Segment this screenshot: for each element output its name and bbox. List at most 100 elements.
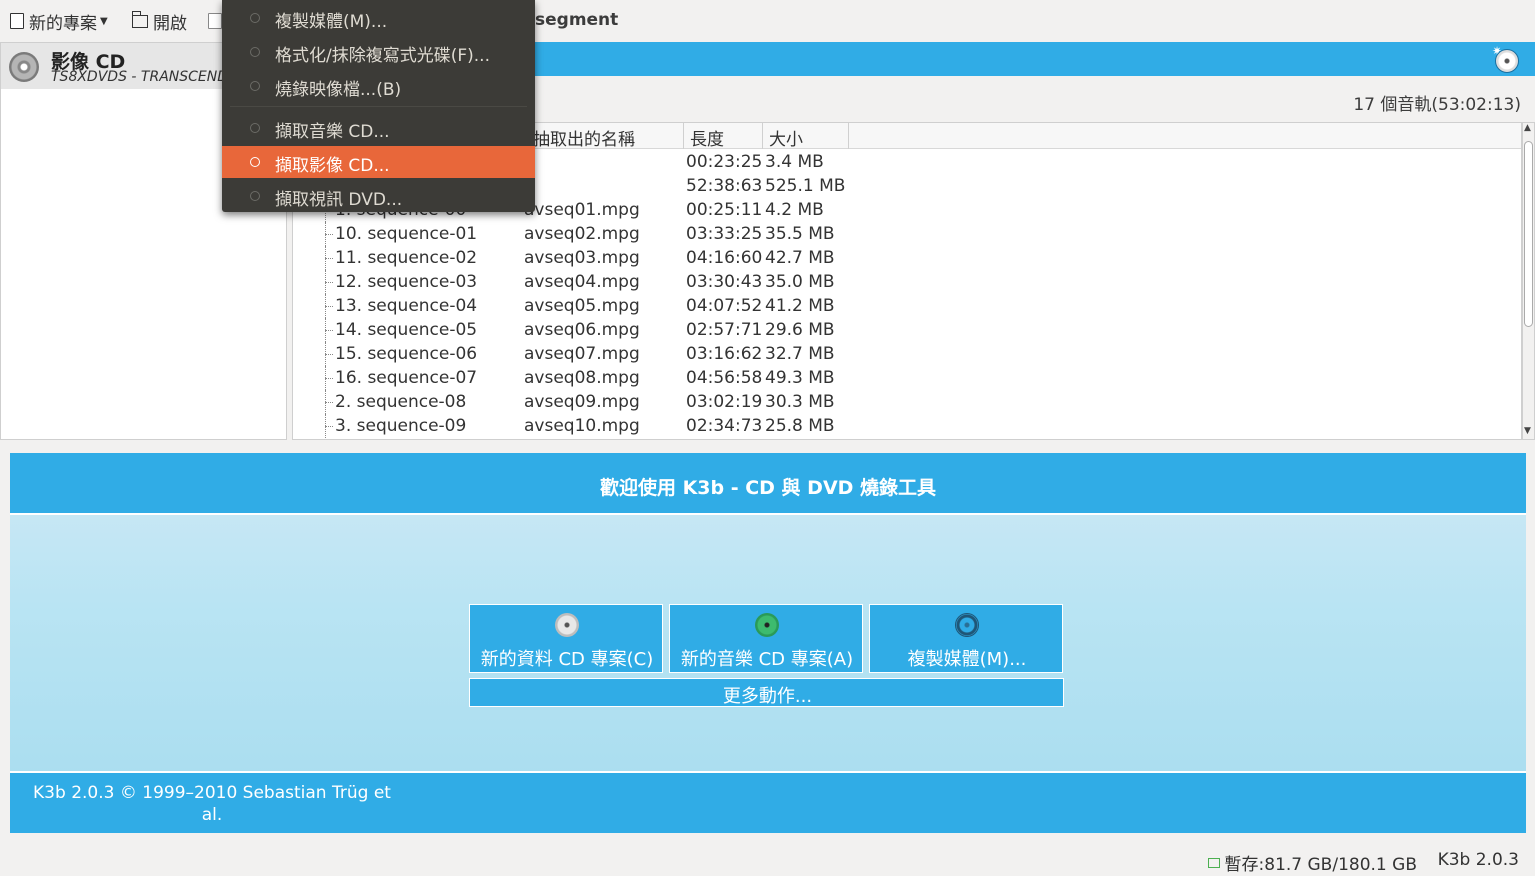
track-length-cell: 04:56:58 bbox=[686, 368, 763, 388]
new-data-cd-button[interactable]: 新的資料 CD 專案(C) bbox=[469, 604, 663, 673]
track-length-cell: 04:16:60 bbox=[686, 248, 763, 268]
track-file-cell: avseq04.mpg bbox=[524, 272, 640, 292]
track-file-cell: avseq10.mpg bbox=[524, 416, 640, 436]
copy-media-label: 複製媒體(M)... bbox=[907, 649, 1027, 670]
copy-media-icon bbox=[250, 13, 260, 23]
scroll-up-icon[interactable]: ▲ bbox=[1524, 123, 1531, 133]
copy-media-button[interactable]: 複製媒體(M)... bbox=[869, 604, 1063, 673]
vertical-scrollbar[interactable]: ▲ ▼ bbox=[1522, 122, 1535, 440]
menu-item-rip-video-dvd[interactable]: 擷取視訊 DVD... bbox=[222, 180, 535, 212]
track-name-cell: 12. sequence-03 bbox=[335, 272, 478, 292]
table-row[interactable]: 16. sequence-07 avseq08.mpg 04:56:58 49.3 M… bbox=[293, 366, 1521, 390]
track-length-cell: 02:57:71 bbox=[686, 320, 763, 340]
tree-branch bbox=[325, 282, 333, 283]
menu-item-label: 複製媒體(M)... bbox=[275, 12, 388, 32]
table-row[interactable]: 11. sequence-02 avseq03.mpg 04:16:60 42.7 M… bbox=[293, 246, 1521, 270]
save-button[interactable] bbox=[208, 8, 222, 34]
track-length-cell: 03:02:19 bbox=[686, 392, 763, 412]
tree-branch bbox=[325, 306, 333, 307]
track-file-cell: avseq02.mpg bbox=[524, 224, 640, 244]
burn-image-icon bbox=[250, 81, 260, 91]
track-file-cell: avseq05.mpg bbox=[524, 296, 640, 316]
track-size-cell: 35.0 MB bbox=[765, 272, 835, 292]
table-row[interactable]: 15. sequence-06 avseq07.mpg 03:16:62 32.7 M… bbox=[293, 342, 1521, 366]
copyright-text: K3b 2.0.3 © 1999–2010 Sebastian Trüg et … bbox=[33, 783, 391, 825]
welcome-footer: K3b 2.0.3 © 1999–2010 Sebastian Trüg et … bbox=[10, 771, 1526, 833]
track-size-cell: 29.6 MB bbox=[765, 320, 835, 340]
menu-item-copy-media[interactable]: 複製媒體(M)... bbox=[222, 2, 535, 34]
track-name-cell: 15. sequence-06 bbox=[335, 344, 478, 364]
version-label: K3b 2.0.3 bbox=[1437, 850, 1519, 870]
track-length-cell: 03:33:25 bbox=[686, 224, 763, 244]
track-file-cell: avseq07.mpg bbox=[524, 344, 640, 364]
track-length-cell: 03:16:62 bbox=[686, 344, 763, 364]
welcome-title: 歡迎使用 K3b - CD 與 DVD 燒錄工具 bbox=[599, 477, 937, 499]
rip-audio-icon bbox=[250, 123, 260, 133]
rip-dvd-icon bbox=[250, 191, 260, 201]
tree-branch bbox=[325, 402, 333, 403]
menu-item-rip-audio-cd[interactable]: 擷取音樂 CD... bbox=[222, 112, 535, 144]
new-audio-cd-button[interactable]: 新的音樂 CD 專案(A) bbox=[669, 604, 863, 673]
track-name-cell: 14. sequence-05 bbox=[335, 320, 478, 340]
disc-info-icon[interactable] bbox=[1495, 49, 1519, 73]
new-project-button[interactable]: 新的專案 ▼ bbox=[10, 8, 108, 34]
menu-item-burn-image[interactable]: 燒錄映像檔...(B) bbox=[222, 70, 535, 102]
track-file-cell: avseq03.mpg bbox=[524, 248, 640, 268]
folder-icon bbox=[131, 10, 148, 28]
table-row[interactable]: 13. sequence-04 avseq05.mpg 04:07:52 41.2 M… bbox=[293, 294, 1521, 318]
track-length-cell: 04:07:52 bbox=[686, 296, 763, 316]
open-label: 開啟 bbox=[153, 13, 187, 34]
track-file-cell: avseq01.mpg bbox=[524, 200, 640, 220]
toolbar-title-fragment: segment bbox=[535, 10, 619, 30]
track-file-cell: avseq06.mpg bbox=[524, 320, 640, 340]
track-size-cell: 4.2 MB bbox=[765, 200, 824, 220]
welcome-panel: 歡迎使用 K3b - CD 與 DVD 燒錄工具 新的資料 CD 專案(C) 新… bbox=[10, 453, 1526, 833]
track-size-cell: 42.7 MB bbox=[765, 248, 835, 268]
track-file-cell: avseq08.mpg bbox=[524, 368, 640, 388]
menu-item-label: 格式化/抹除複寫式光碟(F)... bbox=[275, 46, 490, 66]
column-divider[interactable] bbox=[762, 123, 763, 149]
more-actions-button[interactable]: 更多動作... bbox=[469, 678, 1064, 707]
track-size-cell: 3.4 MB bbox=[765, 152, 824, 172]
erase-disc-icon bbox=[250, 47, 260, 57]
column-header-name[interactable]: 抽取出的名稱 bbox=[533, 125, 635, 150]
track-length-cell: 03:30:43 bbox=[686, 272, 763, 292]
scroll-down-icon[interactable]: ▼ bbox=[1524, 426, 1531, 436]
table-row[interactable]: 2. sequence-08 avseq09.mpg 03:02:19 30.3 MB bbox=[293, 390, 1521, 414]
audio-cd-icon bbox=[755, 613, 779, 637]
track-name-cell: 2. sequence-08 bbox=[335, 392, 467, 412]
table-row[interactable]: 12. sequence-03 avseq04.mpg 03:30:43 35.0 M… bbox=[293, 270, 1521, 294]
track-length-cell: 02:34:73 bbox=[686, 416, 763, 436]
status-bar: 暫存:81.7 GB/180.1 GB K3b 2.0.3 bbox=[0, 843, 1535, 876]
new-data-cd-label: 新的資料 CD 專案(C) bbox=[480, 649, 654, 670]
scroll-thumb[interactable] bbox=[1524, 141, 1533, 327]
save-icon bbox=[208, 13, 222, 29]
temp-space-label: 暫存:81.7 GB/180.1 GB bbox=[1224, 855, 1417, 875]
tree-branch bbox=[325, 258, 333, 259]
track-name-cell: 11. sequence-02 bbox=[335, 248, 478, 268]
menu-item-label: 擷取視訊 DVD... bbox=[275, 190, 403, 210]
column-divider[interactable] bbox=[848, 123, 849, 149]
column-divider[interactable] bbox=[683, 123, 684, 149]
folder-icon bbox=[1207, 857, 1220, 868]
tree-branch bbox=[325, 426, 333, 427]
tree-branch bbox=[325, 330, 333, 331]
track-size-cell: 32.7 MB bbox=[765, 344, 835, 364]
track-count-label: 17 個音軌(53:02:13) bbox=[1353, 95, 1521, 115]
menu-item-rip-video-cd[interactable]: 擷取影像 CD... bbox=[222, 146, 535, 178]
track-size-cell: 525.1 MB bbox=[765, 176, 846, 196]
track-size-cell: 35.5 MB bbox=[765, 224, 835, 244]
menu-item-format-erase[interactable]: 格式化/抹除複寫式光碟(F)... bbox=[222, 36, 535, 68]
table-row[interactable]: 14. sequence-05 avseq06.mpg 02:57:71 29.6 M… bbox=[293, 318, 1521, 342]
column-header-size[interactable]: 大小 bbox=[769, 125, 803, 150]
table-row[interactable]: 3. sequence-09 avseq10.mpg 02:34:73 25.8 MB bbox=[293, 414, 1521, 438]
table-row[interactable]: 10. sequence-01 avseq02.mpg 03:33:25 35.5 M… bbox=[293, 222, 1521, 246]
track-name-cell: 3. sequence-09 bbox=[335, 416, 467, 436]
menu-item-label: 擷取音樂 CD... bbox=[275, 122, 390, 142]
track-name-cell: 16. sequence-07 bbox=[335, 368, 478, 388]
track-length-cell: 52:38:63 bbox=[686, 176, 763, 196]
open-button[interactable]: 開啟 bbox=[131, 8, 187, 34]
welcome-title-bar: 歡迎使用 K3b - CD 與 DVD 燒錄工具 bbox=[10, 453, 1526, 515]
column-header-length[interactable]: 長度 bbox=[690, 125, 724, 150]
cd-disc-icon bbox=[9, 52, 39, 82]
